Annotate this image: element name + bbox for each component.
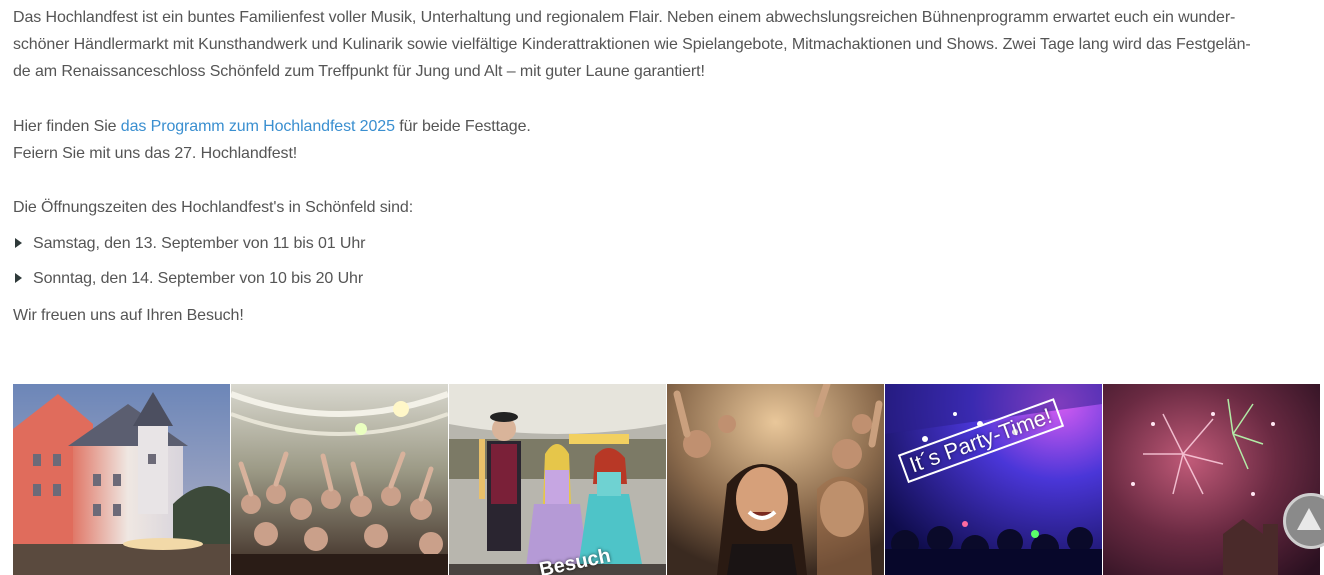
closing-text: Wir freuen uns auf Ihren Besuch! <box>13 307 244 324</box>
gallery-image-tent-crowd[interactable] <box>231 384 448 575</box>
photo-gallery: Besuch It´s Party-Time! <box>13 384 1320 575</box>
program-prefix: Hier finden Sie <box>13 118 121 135</box>
intro-paragraph: Das Hochlandfest ist ein buntes Familien… <box>13 4 1303 85</box>
program-suffix: für beide Festtage. <box>394 118 531 135</box>
gallery-image-party-woman[interactable] <box>667 384 884 575</box>
celebrate-text: Feiern Sie mit uns das 27. Hochlandfest! <box>13 145 298 162</box>
hours-list: Samstag, den 13. September von 11 bis 01… <box>13 230 365 300</box>
hours-heading: Die Öffnungszeiten des Hochlandfest's in… <box>13 199 414 216</box>
triangle-bullet-icon <box>15 238 22 248</box>
triangle-bullet-icon <box>15 273 22 283</box>
hours-sunday: Sonntag, den 14. September von 10 bis 20… <box>33 270 364 287</box>
gallery-image-castle[interactable] <box>13 384 230 575</box>
list-item: Sonntag, den 14. September von 10 bis 20… <box>13 265 365 300</box>
intro-line-1: Das Hochlandfest ist ein buntes Familien… <box>13 9 1236 26</box>
hours-saturday: Samstag, den 13. September von 11 bis 01… <box>33 235 366 252</box>
program-paragraph: Hier finden Sie das Programm zum Hochlan… <box>13 113 531 167</box>
arrow-up-icon <box>1297 508 1321 530</box>
intro-line-3: de am Renaissanceschloss Schönfeld zum T… <box>13 63 705 80</box>
gallery-image-fireworks[interactable] <box>1103 384 1320 575</box>
list-item: Samstag, den 13. September von 11 bis 01… <box>13 230 365 265</box>
program-link[interactable]: das Programm zum Hochlandfest 2025 <box>121 118 395 135</box>
gallery-image-party-time[interactable]: It´s Party-Time! <box>885 384 1102 575</box>
intro-line-2: schöner Händlermarkt mit Kunsthandwerk u… <box>13 36 1251 53</box>
gallery-image-characters[interactable]: Besuch <box>449 384 666 575</box>
